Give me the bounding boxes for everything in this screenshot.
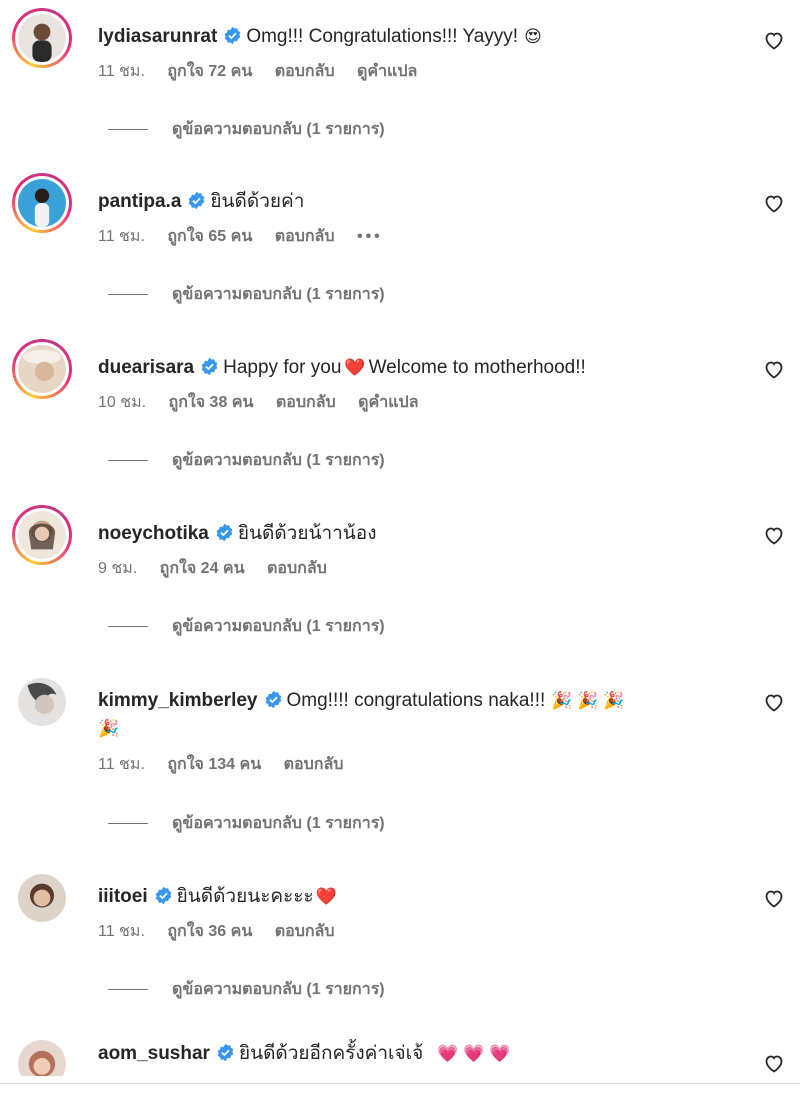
divider <box>108 823 148 825</box>
pink-heart-emoji: 💗 💗 💗 <box>437 1044 511 1063</box>
comment-text: ยินดีด้วยค่า <box>210 191 305 212</box>
comment-text: Omg!!! Congratulations!!! Yayyy! <box>246 26 519 47</box>
comment-time[interactable]: 10 ชม. <box>98 394 146 411</box>
reply-button[interactable]: ตอบกลับ <box>267 560 327 577</box>
avatar-photo <box>18 1040 66 1076</box>
likes-count[interactable]: ถูกใจ 38 คน <box>169 394 254 411</box>
reply-button[interactable]: ตอบกลับ <box>275 923 335 940</box>
see-translation-link[interactable]: ดูคำแปล <box>357 63 417 80</box>
likes-count[interactable]: ถูกใจ 72 คน <box>167 63 252 80</box>
likes-count[interactable]: ถูกใจ 65 คน <box>167 228 252 245</box>
view-replies-button[interactable]: ดูข้อความตอบกลับ (1 รายการ) <box>108 617 385 637</box>
reply-button[interactable]: ตอบกลับ <box>276 394 336 411</box>
comment-text-continued: Welcome to motherhood!! <box>368 357 586 378</box>
reply-button[interactable]: ตอบกลับ <box>275 228 335 245</box>
like-heart-icon[interactable] <box>762 690 786 714</box>
verified-badge-icon <box>224 26 241 45</box>
comment-time[interactable]: 9 ชม. <box>98 560 137 577</box>
reply-button[interactable]: ตอบกลับ <box>284 756 344 773</box>
divider <box>108 294 148 296</box>
view-replies-button[interactable]: ดูข้อความตอบกลับ (1 รายการ) <box>108 814 385 834</box>
party-popper-emoji: 🎉 🎉 🎉 <box>551 691 625 710</box>
avatar-photo <box>18 678 66 726</box>
avatar[interactable] <box>12 339 72 399</box>
comment-text: ยินดีด้วยนะคะะะ <box>176 886 314 907</box>
comment-username[interactable]: lydiasarunrat <box>98 26 217 47</box>
avatar[interactable] <box>12 8 72 68</box>
comment-username[interactable]: pantipa.a <box>98 191 181 212</box>
divider <box>0 1083 800 1084</box>
view-replies-button[interactable]: ดูข้อความตอบกลับ (1 รายการ) <box>108 451 385 471</box>
heart-emoji: ❤️ <box>344 358 366 377</box>
comment-username[interactable]: iiitoei <box>98 886 148 907</box>
like-heart-icon[interactable] <box>762 1051 786 1075</box>
avatar-photo <box>18 511 66 559</box>
comment-username[interactable]: aom_sushar <box>98 1043 210 1064</box>
comment-username[interactable]: noeychotika <box>98 523 209 544</box>
verified-badge-icon <box>217 1043 234 1062</box>
avatar[interactable] <box>12 505 72 565</box>
verified-badge-icon <box>155 886 171 905</box>
view-replies-button[interactable]: ดูข้อความตอบกลับ (1 รายการ) <box>108 285 385 305</box>
comment-text: Happy for you <box>223 357 342 378</box>
comment-time[interactable]: 11 ชม. <box>98 923 145 940</box>
like-heart-icon[interactable] <box>762 886 786 910</box>
divider <box>108 989 148 991</box>
comment-text: ยินดีด้วยน้าาน้อง <box>237 523 377 544</box>
like-heart-icon[interactable] <box>762 357 786 381</box>
see-translation-link[interactable]: ดูคำแปล <box>358 394 418 411</box>
comment-time[interactable]: 11 ชม. <box>98 63 145 80</box>
divider <box>108 129 148 131</box>
view-replies-button[interactable]: ดูข้อความตอบกลับ (1 รายการ) <box>108 980 385 1000</box>
avatar-photo <box>18 179 66 227</box>
heart-emoji: ❤️ <box>315 887 337 906</box>
verified-badge-icon <box>216 523 233 542</box>
likes-count[interactable]: ถูกใจ 134 คน <box>167 756 261 773</box>
like-heart-icon[interactable] <box>762 191 786 215</box>
reply-button[interactable]: ตอบกลับ <box>275 63 335 80</box>
more-options-icon[interactable]: ••• <box>357 228 383 245</box>
comment-time[interactable]: 11 ชม. <box>98 756 145 773</box>
avatar-photo <box>18 874 66 922</box>
avatar[interactable] <box>12 1034 72 1076</box>
emoji: 😍 <box>524 27 542 46</box>
party-popper-emoji: 🎉 <box>98 719 120 738</box>
avatar[interactable] <box>12 868 72 928</box>
comment-username[interactable]: kimmy_kimberley <box>98 690 258 711</box>
avatar-photo <box>18 345 66 393</box>
avatar[interactable] <box>12 672 72 732</box>
verified-badge-icon <box>265 690 281 709</box>
likes-count[interactable]: ถูกใจ 24 คน <box>160 560 245 577</box>
view-replies-button[interactable]: ดูข้อความตอบกลับ (1 รายการ) <box>108 120 385 140</box>
like-heart-icon[interactable] <box>762 28 786 52</box>
verified-badge-icon <box>189 191 205 210</box>
comment-item: aom_sushar ยินดีด้วยอีกครั้งค่าเจ่เจ้ 💗 💗 … <box>0 1034 800 1076</box>
comment-text: ยินดีด้วยอีกครั้งค่าเจ่เจ้ <box>238 1043 424 1064</box>
comment-time[interactable]: 11 ชม. <box>98 228 145 245</box>
avatar[interactable] <box>12 173 72 233</box>
comment-text: Omg!!!! congratulations naka!!! <box>286 690 546 711</box>
divider <box>108 460 148 462</box>
like-heart-icon[interactable] <box>762 523 786 547</box>
avatar-photo <box>18 14 66 62</box>
comment-username[interactable]: duearisara <box>98 357 194 378</box>
likes-count[interactable]: ถูกใจ 36 คน <box>167 923 252 940</box>
divider <box>108 626 148 628</box>
verified-badge-icon <box>201 357 218 376</box>
